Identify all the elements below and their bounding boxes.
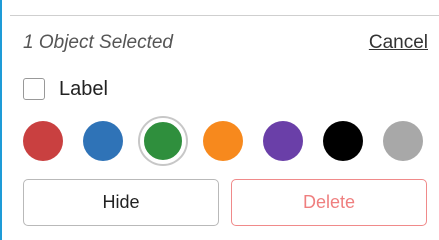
color-swatch-purple[interactable] [263, 121, 303, 161]
selection-panel: 1 Object Selected Cancel Label Hide Dele… [0, 0, 439, 240]
delete-button[interactable]: Delete [231, 179, 427, 226]
label-checkbox[interactable] [23, 78, 45, 100]
color-swatch-black[interactable] [323, 121, 363, 161]
color-swatch-red[interactable] [23, 121, 63, 161]
color-swatch-blue[interactable] [83, 121, 123, 161]
selection-count-text: 1 Object Selected [23, 32, 173, 53]
color-swatch-gray[interactable] [383, 121, 423, 161]
panel-left-border [0, 0, 2, 240]
hide-button[interactable]: Hide [23, 179, 219, 226]
label-option-row[interactable]: Label [23, 77, 108, 101]
color-swatch-orange[interactable] [203, 121, 243, 161]
label-checkbox-label: Label [59, 77, 108, 100]
cancel-link[interactable]: Cancel [369, 32, 428, 54]
panel-header: 1 Object Selected Cancel [23, 30, 428, 60]
top-divider [10, 15, 439, 16]
color-swatches [23, 118, 423, 164]
color-swatch-green[interactable] [140, 118, 186, 164]
